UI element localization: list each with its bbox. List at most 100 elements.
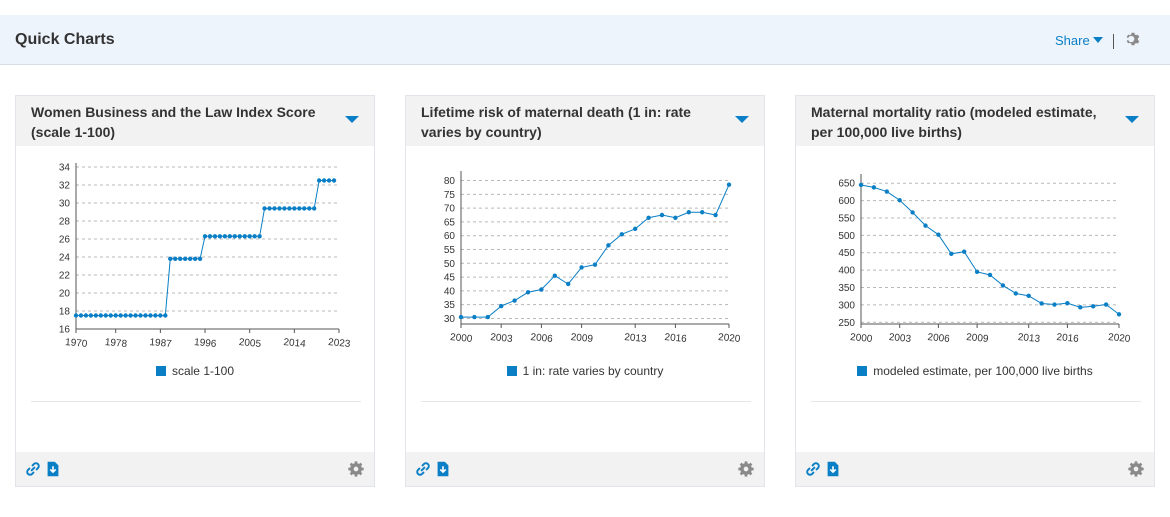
data-point[interactable] bbox=[1026, 293, 1031, 299]
data-point[interactable] bbox=[217, 234, 223, 239]
data-point[interactable] bbox=[1116, 312, 1122, 317]
gear-icon[interactable] bbox=[737, 460, 755, 478]
data-point[interactable] bbox=[884, 189, 889, 194]
download-icon[interactable] bbox=[434, 460, 452, 478]
data-point[interactable] bbox=[566, 281, 571, 287]
data-point[interactable] bbox=[962, 249, 967, 254]
data-point[interactable] bbox=[103, 313, 108, 318]
data-point[interactable] bbox=[592, 262, 598, 267]
data-point[interactable] bbox=[88, 313, 94, 318]
data-point[interactable] bbox=[272, 206, 277, 211]
data-point[interactable] bbox=[187, 256, 193, 261]
data-point[interactable] bbox=[539, 287, 544, 292]
data-point[interactable] bbox=[73, 313, 79, 318]
data-point[interactable] bbox=[138, 313, 143, 318]
download-icon[interactable] bbox=[824, 460, 842, 478]
data-point[interactable] bbox=[1052, 302, 1057, 307]
data-point[interactable] bbox=[302, 206, 307, 211]
data-point[interactable] bbox=[858, 182, 864, 188]
gear-icon[interactable] bbox=[1124, 30, 1142, 48]
data-point[interactable] bbox=[237, 234, 242, 239]
data-point[interactable] bbox=[525, 290, 531, 295]
data-point[interactable] bbox=[659, 212, 665, 218]
data-point[interactable] bbox=[78, 313, 84, 318]
link-icon[interactable] bbox=[414, 460, 432, 478]
data-point[interactable] bbox=[331, 178, 337, 183]
data-point[interactable] bbox=[277, 206, 282, 211]
data-point[interactable] bbox=[579, 265, 584, 270]
data-point[interactable] bbox=[262, 206, 267, 211]
data-point[interactable] bbox=[316, 178, 322, 183]
data-point[interactable] bbox=[552, 273, 557, 278]
link-icon[interactable] bbox=[804, 460, 822, 478]
data-point[interactable] bbox=[173, 256, 178, 261]
data-point[interactable] bbox=[686, 210, 691, 215]
data-point[interactable] bbox=[108, 313, 113, 318]
data-point[interactable] bbox=[633, 226, 638, 232]
data-point[interactable] bbox=[499, 303, 504, 309]
data-point[interactable] bbox=[287, 206, 292, 211]
data-point[interactable] bbox=[974, 269, 980, 275]
data-point[interactable] bbox=[123, 313, 128, 318]
data-point[interactable] bbox=[227, 234, 233, 239]
data-point[interactable] bbox=[93, 313, 99, 318]
data-point[interactable] bbox=[1103, 302, 1109, 307]
data-point[interactable] bbox=[133, 313, 138, 318]
data-point[interactable] bbox=[871, 185, 877, 190]
data-point[interactable] bbox=[143, 313, 148, 318]
data-point[interactable] bbox=[267, 206, 272, 211]
data-point[interactable] bbox=[311, 206, 317, 211]
data-point[interactable] bbox=[936, 232, 941, 237]
data-point[interactable] bbox=[242, 234, 247, 239]
data-point[interactable] bbox=[923, 223, 928, 228]
data-point[interactable] bbox=[207, 234, 213, 239]
data-point[interactable] bbox=[949, 251, 954, 256]
data-point[interactable] bbox=[178, 256, 183, 261]
data-point[interactable] bbox=[458, 314, 464, 320]
link-icon[interactable] bbox=[24, 460, 42, 478]
data-point[interactable] bbox=[307, 206, 312, 211]
data-point[interactable] bbox=[297, 206, 302, 211]
data-point[interactable] bbox=[118, 313, 123, 318]
data-point[interactable] bbox=[700, 210, 705, 215]
data-point[interactable] bbox=[673, 215, 678, 220]
data-point[interactable] bbox=[713, 212, 718, 218]
data-point[interactable] bbox=[646, 215, 651, 220]
data-point[interactable] bbox=[148, 313, 153, 318]
data-point[interactable] bbox=[153, 313, 158, 318]
data-point[interactable] bbox=[292, 206, 297, 211]
data-point[interactable] bbox=[485, 314, 490, 320]
data-point[interactable] bbox=[247, 234, 252, 239]
chevron-down-icon[interactable] bbox=[345, 116, 359, 123]
data-point[interactable] bbox=[222, 234, 228, 239]
data-point[interactable] bbox=[232, 234, 237, 239]
data-point[interactable] bbox=[252, 234, 257, 239]
data-point[interactable] bbox=[1039, 301, 1044, 306]
data-point[interactable] bbox=[472, 314, 477, 320]
data-point[interactable] bbox=[128, 313, 133, 318]
data-point[interactable] bbox=[321, 178, 327, 183]
data-point[interactable] bbox=[1013, 291, 1018, 296]
data-point[interactable] bbox=[512, 298, 517, 303]
data-point[interactable] bbox=[163, 313, 168, 318]
data-point[interactable] bbox=[897, 198, 902, 203]
data-point[interactable] bbox=[197, 256, 203, 261]
data-point[interactable] bbox=[257, 234, 262, 239]
data-point[interactable] bbox=[910, 210, 915, 215]
gear-icon[interactable] bbox=[347, 460, 365, 478]
data-point[interactable] bbox=[182, 256, 188, 261]
data-point[interactable] bbox=[202, 234, 208, 239]
data-point[interactable] bbox=[83, 313, 89, 318]
data-point[interactable] bbox=[726, 182, 732, 187]
share-button[interactable]: Share bbox=[1055, 33, 1103, 48]
chevron-down-icon[interactable] bbox=[1125, 116, 1139, 123]
chevron-down-icon[interactable] bbox=[735, 116, 749, 123]
data-point[interactable] bbox=[158, 313, 163, 318]
data-point[interactable] bbox=[192, 256, 198, 261]
data-point[interactable] bbox=[1091, 304, 1096, 309]
data-point[interactable] bbox=[282, 206, 287, 211]
data-point[interactable] bbox=[326, 178, 332, 183]
download-icon[interactable] bbox=[44, 460, 62, 478]
data-point[interactable] bbox=[1065, 300, 1070, 306]
data-point[interactable] bbox=[1000, 283, 1006, 288]
